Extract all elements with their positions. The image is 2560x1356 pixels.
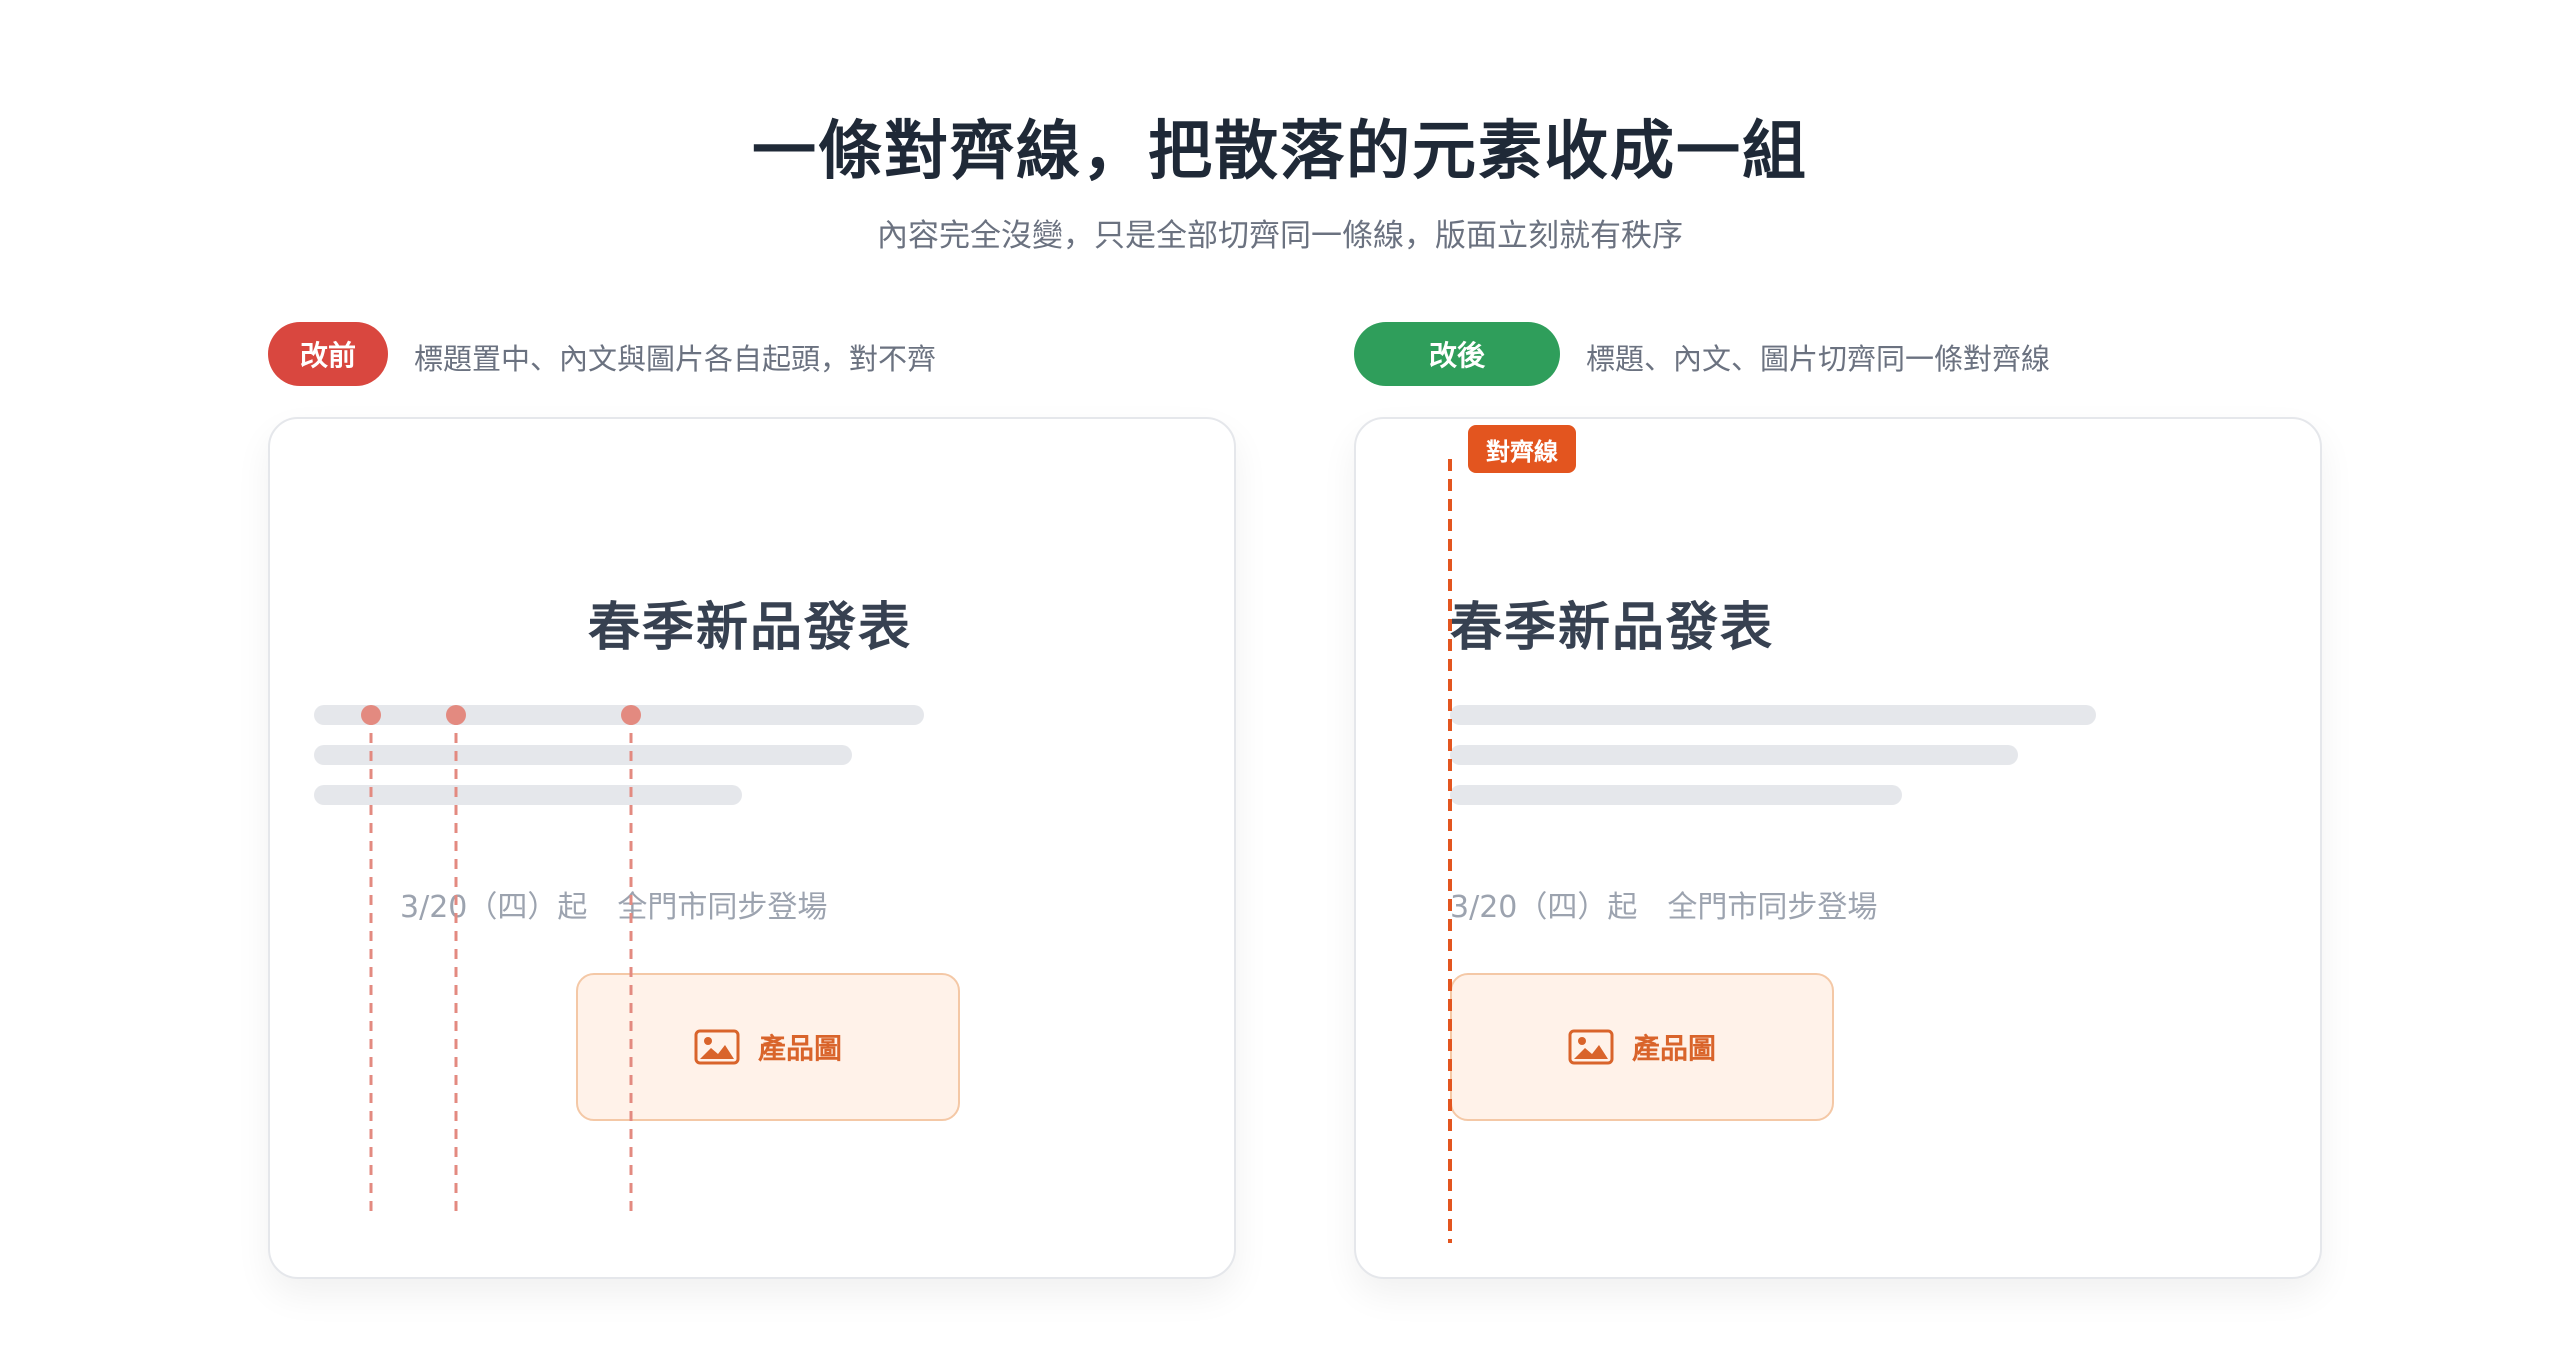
after-badge: 改後 [1354, 322, 1560, 386]
before-guide-3 [621, 705, 641, 1214]
before-card: 春季新品發表 3/20（四）起 全門市同步登場 產品圖 [268, 417, 1236, 1279]
page-subtitle: 內容完全沒變，只是全部切齊同一條線，版面立刻就有秩序 [877, 218, 1683, 254]
after-guide-line [1448, 459, 1452, 1243]
page-title: 一條對齊線，把散落的元素收成一組 [752, 115, 1808, 189]
before-guide-lines [361, 705, 641, 1214]
after-card: 對齊線 春季新品發表 3/20（四）起 全門市同步登場 產品圖 [1354, 417, 2322, 1279]
comparison-page: 一條對齊線，把散落的元素收成一組 內容完全沒變，只是全部切齊同一條線，版面立刻就… [0, 0, 2560, 1356]
before-description: 標題置中、內文與圖片各自起頭，對不齊 [414, 342, 937, 376]
before-badge: 改前 [268, 322, 388, 386]
before-guide-2 [446, 705, 466, 1214]
after-description: 標題、內文、圖片切齊同一條對齊線 [1586, 342, 2051, 376]
before-guide-1 [361, 705, 381, 1214]
